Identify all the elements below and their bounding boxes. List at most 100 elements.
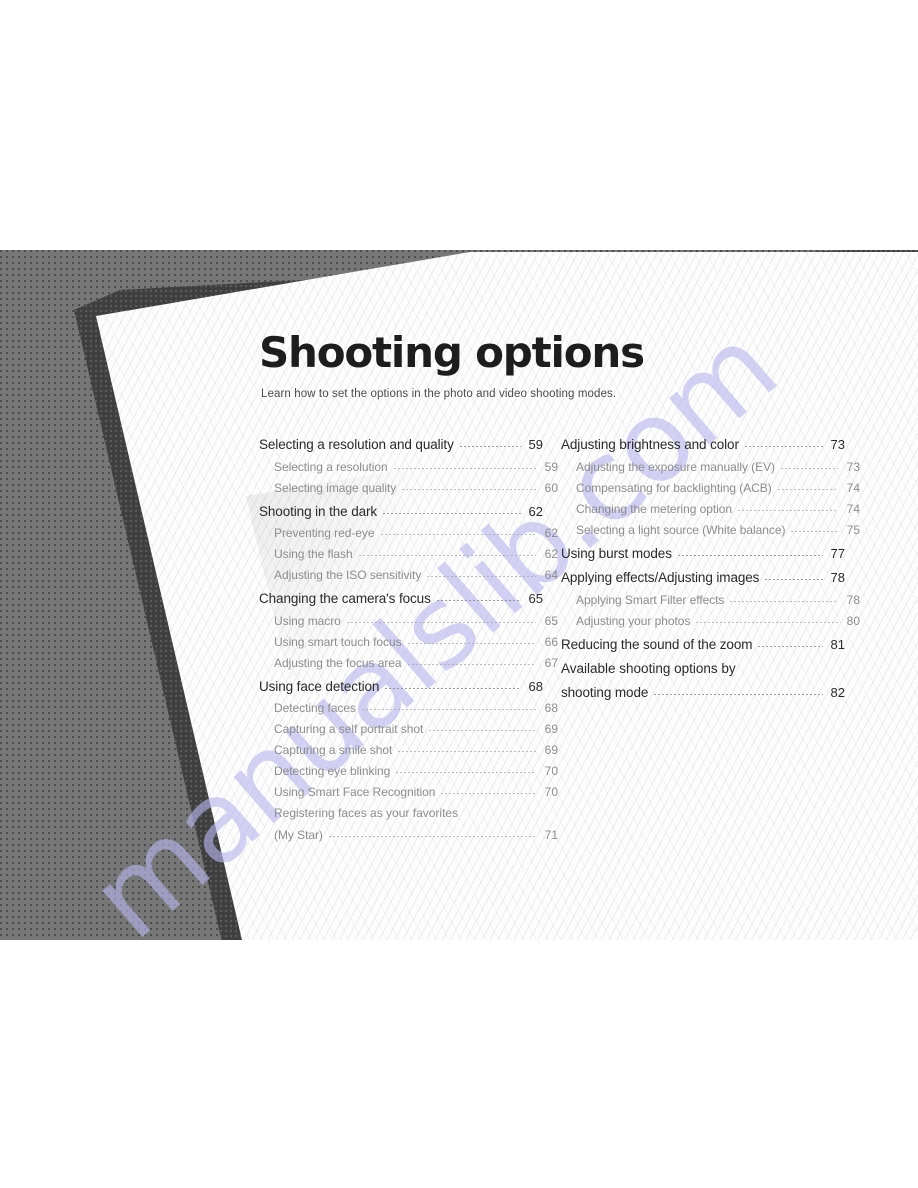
toc-dot-leader: [385, 687, 521, 689]
toc-entry-page-number: 67: [544, 655, 558, 670]
toc-entry-label: Capturing a self portrait shot: [274, 722, 424, 736]
toc-entry-label: Compensating for backlighting (ACB): [576, 480, 772, 495]
toc-entry[interactable]: Preventing red-eye 62: [259, 527, 558, 539]
toc-entry-page-number: 70: [544, 764, 558, 778]
toc-entry-line1[interactable]: Available shooting options by: [561, 662, 845, 676]
toc-entry-label: Selecting a resolution: [274, 459, 388, 474]
toc-entry-page-number: 77: [830, 545, 845, 561]
toc-entry-page-number: 62: [544, 526, 558, 540]
toc-entry-page-number: 68: [528, 678, 543, 694]
toc-entry-label: Adjusting the exposure manually (EV): [576, 459, 775, 474]
toc-entry[interactable]: Detecting faces 68: [259, 702, 558, 714]
toc-entry-label: Adjusting the ISO sensitivity: [274, 568, 422, 582]
toc-entry-label: Changing the camera's focus: [259, 591, 431, 606]
toc-entry-page-number: 62: [544, 547, 558, 561]
toc-entry-page-number: 75: [846, 522, 860, 537]
toc-entry[interactable]: Changing the metering option 74: [561, 503, 860, 515]
toc-entry[interactable]: Applying effects/Adjusting images 78: [561, 571, 845, 585]
toc-entry-line1[interactable]: Registering faces as your favorites: [259, 807, 558, 819]
toc-entry[interactable]: Selecting a light source (White balance)…: [561, 524, 860, 536]
toc-entry-page-number: 80: [846, 613, 860, 628]
toc-entry-label: Selecting a light source (White balance): [576, 522, 786, 537]
toc-entry[interactable]: Capturing a self portrait shot 69: [259, 723, 558, 735]
toc-dot-leader: [358, 555, 536, 556]
toc-entry-label: Adjusting your photos: [576, 613, 691, 628]
toc-entry[interactable]: Detecting eye blinking 70: [259, 765, 558, 777]
toc-entry-label: Adjusting brightness and color: [561, 437, 739, 452]
toc-entry[interactable]: Selecting image quality 60: [259, 482, 558, 494]
toc-dot-leader: [346, 621, 536, 623]
toc-dot-leader: [441, 793, 536, 794]
toc-dot-leader: [407, 642, 536, 644]
toc-entry[interactable]: Selecting a resolution 59: [259, 461, 558, 473]
toc-entry-label: Using Smart Face Recognition: [274, 785, 436, 799]
toc-entry[interactable]: Adjusting brightness and color 73: [561, 438, 845, 452]
toc-entry-label: Using burst modes: [561, 545, 672, 561]
toc-entry-page-number: 68: [544, 701, 558, 715]
toc-entry[interactable]: Compensating for backlighting (ACB) 74: [561, 482, 860, 494]
manual-page-scene: manualslib.com Shooting options Learn ho…: [0, 250, 918, 940]
toc-entry-page-number: 62: [528, 503, 543, 519]
toc-column-left: Selecting a resolution and quality 59 Sele…: [259, 438, 558, 842]
toc-dot-leader: [361, 709, 536, 710]
toc-entry[interactable]: Using Smart Face Recognition 70: [259, 786, 558, 798]
toc-dot-leader: [436, 600, 521, 601]
toc-entry[interactable]: Using the flash 62: [259, 548, 558, 560]
toc-dot-leader: [328, 836, 536, 837]
toc-entry[interactable]: Shooting in the dark 62: [259, 503, 543, 519]
toc-entry-page-number: 70: [544, 785, 558, 799]
toc-dot-leader: [427, 576, 536, 577]
toc-entry[interactable]: (My Star) 71: [259, 828, 558, 842]
toc-entry-page-number: 82: [830, 684, 845, 700]
toc-dot-leader: [398, 751, 536, 752]
toc-entry-page-number: 69: [544, 743, 558, 757]
toc-dot-leader: [696, 621, 838, 623]
toc-dot-leader: [758, 645, 823, 647]
toc-entry-page-number: 69: [544, 722, 558, 736]
toc-entry-page-number: 71: [544, 828, 558, 842]
toc-entry-label: Shooting in the dark: [259, 503, 378, 519]
toc-entry-page-number: 65: [544, 613, 558, 628]
toc-entry-page-number: 66: [544, 634, 558, 649]
toc-entry-label: Reducing the sound of the zoom: [561, 636, 753, 652]
toc-entry[interactable]: Reducing the sound of the zoom 81: [561, 636, 845, 652]
toc-entry-page-number: 74: [846, 501, 860, 516]
toc-entry-label: Applying Smart Filter effects: [576, 592, 725, 607]
toc-dot-leader: [654, 693, 823, 695]
toc-entry[interactable]: Adjusting your photos 80: [561, 615, 860, 627]
toc-entry[interactable]: Using burst modes 77: [561, 545, 845, 561]
toc-entry-label: Detecting faces: [274, 701, 356, 715]
toc-entry-label: Capturing a smile shot: [274, 743, 393, 757]
toc-entry-page-number: 73: [846, 459, 860, 474]
toc-dot-leader: [402, 488, 536, 490]
toc-dot-leader: [780, 467, 838, 469]
toc-entry-page-number: 78: [830, 570, 845, 585]
toc-entry[interactable]: Capturing a smile shot 69: [259, 744, 558, 756]
toc-entry[interactable]: Adjusting the focus area 67: [259, 657, 558, 669]
toc-entry-label: Using the flash: [274, 547, 353, 561]
toc-dot-leader: [396, 772, 536, 773]
toc-dot-leader: [407, 663, 536, 665]
toc-entry-label: Using smart touch focus: [274, 634, 402, 649]
toc-dot-leader: [765, 579, 823, 580]
toc-entry[interactable]: Using macro 65: [259, 615, 558, 627]
toc-entry[interactable]: Selecting a resolution and quality 59: [259, 438, 543, 452]
toc-entry[interactable]: Using smart touch focus 66: [259, 636, 558, 648]
toc-entry-label: Using face detection: [259, 678, 380, 694]
toc-entry-label: Selecting a resolution and quality: [259, 437, 454, 452]
toc-entry[interactable]: Applying Smart Filter effects 78: [561, 594, 860, 606]
toc-dot-leader: [459, 446, 521, 447]
toc-entry[interactable]: Adjusting the ISO sensitivity 64: [259, 569, 558, 581]
toc-entry[interactable]: Using face detection 68: [259, 678, 543, 694]
toc-entry-label: Adjusting the focus area: [274, 655, 402, 670]
toc-entry-page-number: 65: [528, 591, 543, 606]
toc-dot-leader: [393, 467, 536, 469]
toc-entry-page-number: 81: [830, 636, 845, 652]
toc-entry-page-number: 73: [830, 437, 845, 452]
toc-entry[interactable]: Adjusting the exposure manually (EV) 73: [561, 461, 860, 473]
toc-dot-leader: [383, 512, 521, 514]
page-subtitle: Learn how to set the options in the phot…: [261, 388, 617, 400]
toc-entry[interactable]: shooting mode 82: [561, 685, 845, 700]
toc-dot-leader: [744, 446, 823, 447]
toc-entry[interactable]: Changing the camera's focus 65: [259, 592, 543, 606]
